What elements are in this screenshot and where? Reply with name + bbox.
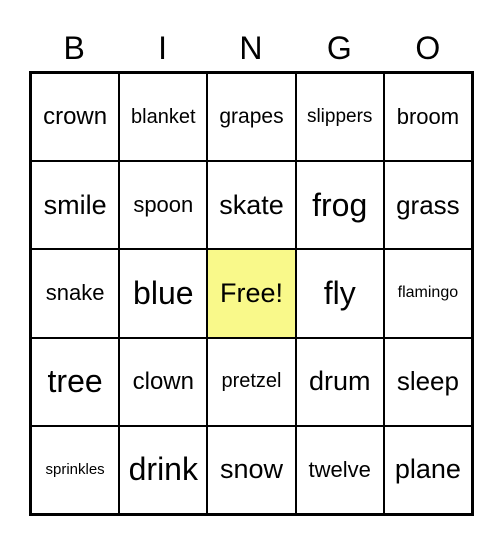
bingo-grid: crown blanket grapes slippers broom smile spoo…: [29, 71, 474, 516]
header-letter-g: G: [326, 30, 352, 66]
bingo-cell[interactable]: blue: [119, 249, 208, 338]
bingo-cell[interactable]: clown: [119, 337, 208, 426]
bingo-cell[interactable]: drink: [119, 425, 208, 514]
bingo-cell[interactable]: drum: [295, 337, 384, 426]
bingo-cell[interactable]: frog: [295, 161, 384, 250]
bingo-cell[interactable]: flamingo: [383, 249, 472, 338]
header-letter-i: I: [158, 30, 168, 66]
free-cell[interactable]: Free!: [207, 249, 296, 338]
bingo-cell[interactable]: sleep: [383, 337, 472, 426]
bingo-cell[interactable]: smile: [31, 161, 120, 250]
bingo-cell[interactable]: fly: [295, 249, 384, 338]
bingo-cell[interactable]: snake: [31, 249, 120, 338]
bingo-cell[interactable]: broom: [383, 73, 472, 162]
bingo-cell[interactable]: blanket: [119, 73, 208, 162]
header-letter-n: N: [239, 30, 263, 66]
bingo-cell[interactable]: crown: [31, 73, 120, 162]
bingo-cell[interactable]: snow: [207, 425, 296, 514]
bingo-header: B I N G O: [30, 26, 472, 70]
bingo-cell[interactable]: spoon: [119, 161, 208, 250]
bingo-cell[interactable]: grass: [383, 161, 472, 250]
bingo-cell[interactable]: skate: [207, 161, 296, 250]
bingo-cell[interactable]: twelve: [295, 425, 384, 514]
bingo-cell[interactable]: grapes: [207, 73, 296, 162]
bingo-cell[interactable]: slippers: [295, 73, 384, 162]
bingo-cell[interactable]: plane: [383, 425, 472, 514]
bingo-cell[interactable]: sprinkles: [31, 425, 120, 514]
header-letter-b: B: [63, 30, 85, 66]
bingo-cell[interactable]: pretzel: [207, 337, 296, 426]
header-letter-o: O: [415, 30, 441, 66]
bingo-cell[interactable]: tree: [31, 337, 120, 426]
